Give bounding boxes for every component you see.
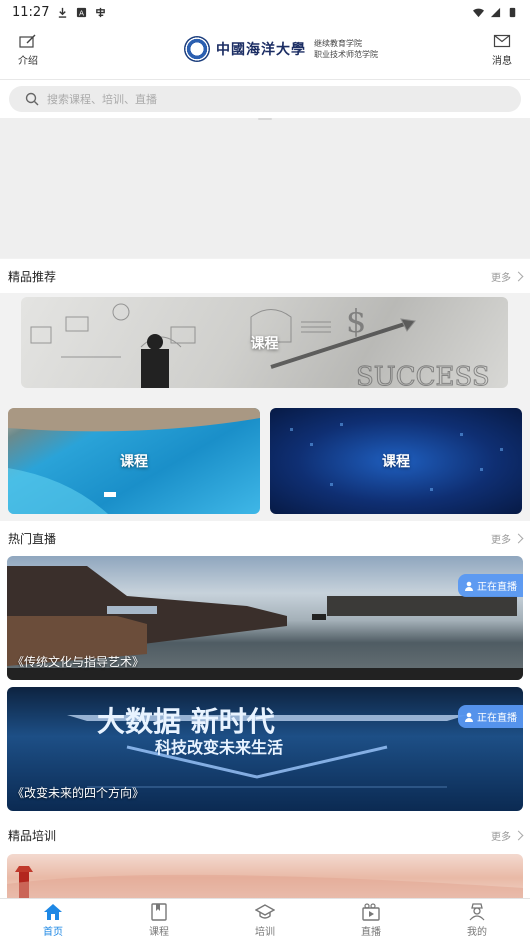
- training-header: 精品培训 更多: [0, 818, 530, 852]
- live-block: 正在直播 《传统文化与指导艺术》 大数据 新时代 科技改变未来生活 正在直播 《…: [0, 555, 530, 818]
- live-tv-icon: [362, 903, 380, 921]
- live-user-icon: [465, 581, 473, 591]
- message-button[interactable]: 消息: [482, 34, 522, 67]
- svg-text:$: $: [346, 302, 366, 340]
- tab-profile[interactable]: 我的: [424, 899, 530, 942]
- live-item[interactable]: 正在直播 《传统文化与指导艺术》: [7, 556, 523, 680]
- svg-text:SUCCESS: SUCCESS: [356, 362, 490, 388]
- college-name-line2: 职业技术师范学院: [314, 50, 378, 59]
- svg-text:A: A: [79, 8, 84, 17]
- training-more-button[interactable]: 更多: [491, 828, 524, 843]
- search-input[interactable]: [47, 92, 447, 106]
- graduation-cap-icon: [255, 904, 275, 919]
- recommended-title: 精品推荐: [8, 269, 57, 284]
- course-card[interactable]: $ SUCCESS 课程: [21, 297, 508, 388]
- chevron-right-icon: [513, 271, 524, 281]
- course-card-label: 课程: [382, 454, 410, 470]
- search-icon: [25, 92, 39, 106]
- live-status-badge: 正在直播: [458, 574, 523, 597]
- signal-icon: [490, 7, 501, 17]
- training-title: 精品培训: [8, 828, 57, 843]
- live-item-title: 《改变未来的四个方向》: [12, 786, 145, 800]
- tab-training[interactable]: 培训: [212, 899, 318, 942]
- chevron-right-icon: [513, 830, 524, 840]
- training-block: [0, 852, 530, 914]
- carousel-indicator: [258, 118, 272, 120]
- tab-label: 培训: [255, 927, 275, 938]
- recommended-more-button[interactable]: 更多: [491, 269, 524, 284]
- message-label: 消息: [492, 56, 512, 67]
- edit-icon: [19, 34, 36, 48]
- live-header: 热门直播 更多: [0, 521, 530, 555]
- app-notification-icon: [96, 7, 106, 17]
- notification-a-icon: A: [77, 7, 87, 17]
- bottom-tab-bar: 首页 课程 培训 直播 我的: [0, 898, 530, 942]
- intro-button[interactable]: 介绍: [8, 34, 48, 67]
- course-card-label: 课程: [250, 335, 279, 352]
- chevron-right-icon: [513, 533, 524, 543]
- wifi-icon: [473, 8, 484, 17]
- course-card[interactable]: 课程: [8, 408, 260, 514]
- tab-label: 首页: [43, 927, 63, 938]
- profile-icon: [469, 903, 485, 921]
- training-card-illustration: [7, 866, 523, 900]
- banner-carousel[interactable]: [0, 118, 530, 258]
- mail-icon: [493, 34, 511, 48]
- tab-label: 我的: [467, 927, 487, 938]
- tab-label: 直播: [361, 927, 381, 938]
- recommended-header: 精品推荐 更多: [0, 259, 530, 293]
- home-icon: [44, 904, 62, 920]
- status-time: 11:27: [12, 4, 50, 20]
- intro-label: 介绍: [18, 56, 38, 67]
- app-screen: 11:27 A 介绍 中國海洋大學 继续教育学院 职业技术师范学院 消息 搜索课…: [0, 0, 530, 942]
- recommended-block: $ SUCCESS 课程 课程 课程: [0, 293, 530, 521]
- live-status-badge: 正在直播: [458, 705, 523, 728]
- download-icon: [59, 7, 67, 18]
- live-badge-label: 正在直播: [477, 582, 517, 593]
- search-area: [0, 80, 530, 118]
- tab-courses[interactable]: 课程: [106, 899, 212, 942]
- college-name: 继续教育学院 职业技术师范学院: [314, 38, 378, 60]
- school-logo: 中國海洋大學 继续教育学院 职业技术师范学院: [184, 36, 378, 62]
- more-label: 更多: [491, 831, 511, 843]
- battery-icon: [509, 7, 516, 17]
- more-label: 更多: [491, 534, 511, 546]
- tab-live[interactable]: 直播: [318, 899, 424, 942]
- live-item[interactable]: 大数据 新时代 科技改变未来生活 正在直播 《改变未来的四个方向》: [7, 687, 523, 811]
- course-card[interactable]: 课程: [270, 408, 522, 514]
- live-title: 热门直播: [8, 531, 57, 546]
- live-user-icon: [465, 712, 473, 722]
- tab-label: 课程: [149, 927, 169, 938]
- status-bar: 11:27 A: [0, 0, 530, 24]
- book-icon: [151, 903, 167, 921]
- live-badge-label: 正在直播: [477, 713, 517, 724]
- college-name-line1: 继续教育学院: [314, 39, 362, 48]
- course-card-label: 课程: [120, 454, 148, 470]
- live-banner-subtext: 科技改变未来生活: [155, 738, 283, 757]
- search-bar[interactable]: [9, 86, 521, 112]
- school-seal-icon: [184, 36, 210, 62]
- live-banner-text: 大数据 新时代: [97, 705, 275, 738]
- tab-home[interactable]: 首页: [0, 899, 106, 942]
- live-item-title: 《传统文化与指导艺术》: [12, 655, 145, 669]
- school-name: 中國海洋大學: [216, 42, 306, 58]
- top-header: 介绍 中國海洋大學 继续教育学院 职业技术师范学院 消息: [0, 24, 530, 80]
- more-label: 更多: [491, 272, 511, 284]
- live-more-button[interactable]: 更多: [491, 531, 524, 546]
